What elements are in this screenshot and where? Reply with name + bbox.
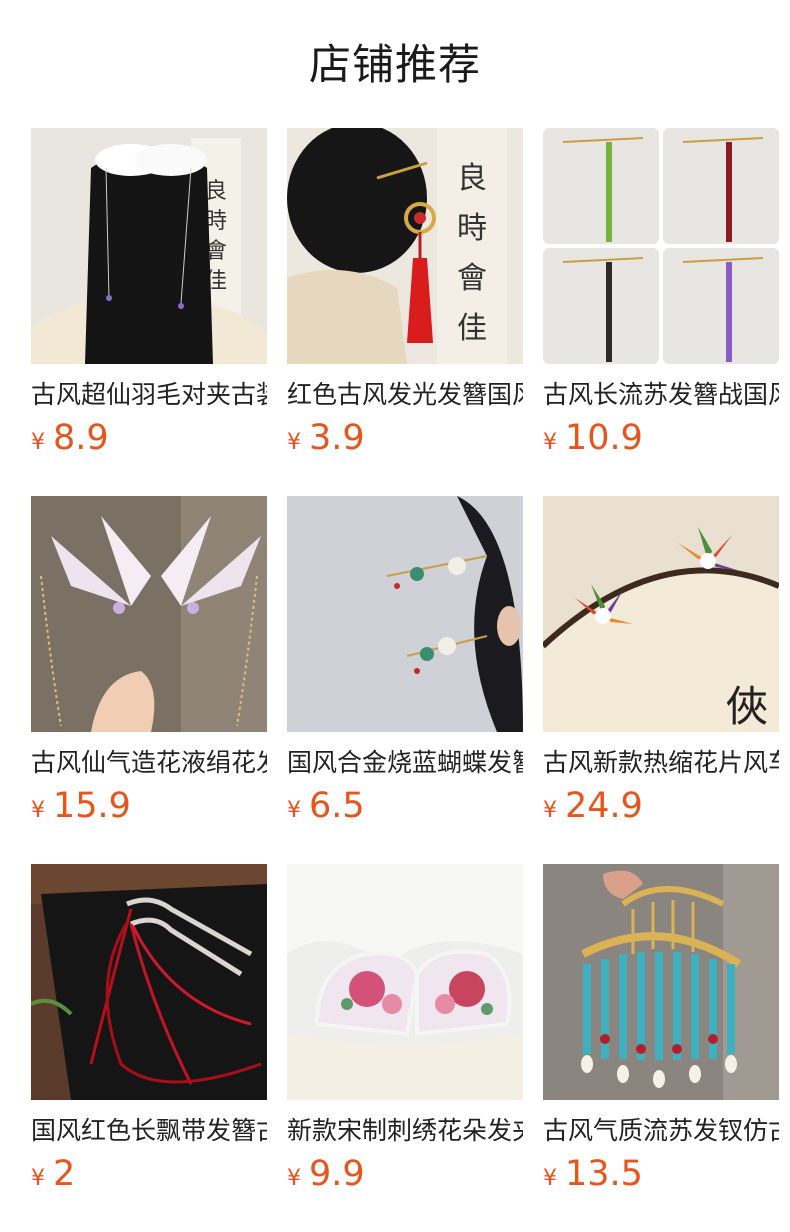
product-name[interactable]: 古风气质流苏发钗仿古 — [543, 1114, 779, 1148]
silk-flower-wings-photo-icon — [31, 496, 267, 732]
embroidered-clips-photo-icon — [287, 864, 523, 1100]
product-card[interactable]: 良 時 會 佳 古风超仙羽毛对夹古装 ¥8.9 — [31, 128, 267, 468]
product-card[interactable]: 俠 古风新款热缩花片风车 ¥24.9 — [543, 496, 779, 836]
product-image[interactable] — [287, 496, 523, 732]
page-title: 店铺推荐 — [308, 40, 481, 89]
product-image[interactable]: 俠 — [543, 496, 779, 732]
product-image[interactable] — [543, 864, 779, 1100]
price-value: 9.9 — [309, 1154, 365, 1194]
currency-symbol: ¥ — [287, 430, 301, 455]
svg-text:會: 會 — [457, 261, 487, 296]
price-value: 24.9 — [565, 786, 643, 826]
product-image[interactable]: 良 時 會 佳 — [31, 128, 267, 364]
price-value: 2 — [53, 1154, 76, 1194]
product-card[interactable]: 新款宋制刺绣花朵发夹 ¥9.9 — [287, 864, 523, 1204]
svg-text:良: 良 — [205, 179, 227, 204]
product-card[interactable]: 良 時 會 佳 红色古风发光发簪国风 ¥3.9 — [287, 128, 523, 468]
price-value: 6.5 — [309, 786, 365, 826]
product-grid: 良 時 會 佳 古风超仙羽毛对夹古装 ¥8.9 良 時 會 佳 红色古风发光发簪… — [31, 128, 779, 1218]
product-image[interactable]: 良 時 會 佳 — [287, 128, 523, 364]
svg-text:俠: 俠 — [726, 682, 768, 731]
price-value: 8.9 — [53, 418, 109, 458]
product-card[interactable]: 国风红色长飘带发簪古 ¥2 — [31, 864, 267, 1204]
product-name[interactable]: 古风超仙羽毛对夹古装 — [31, 378, 267, 412]
product-name[interactable]: 古风新款热缩花片风车 — [543, 746, 779, 780]
price-value: 3.9 — [309, 418, 365, 458]
product-price: ¥10.9 — [543, 416, 779, 460]
product-image[interactable] — [31, 496, 267, 732]
butterfly-hairpin-photo-icon — [287, 496, 523, 732]
product-name[interactable]: 新款宋制刺绣花朵发夹 — [287, 1114, 523, 1148]
product-name[interactable]: 红色古风发光发簪国风 — [287, 378, 523, 412]
product-name[interactable]: 古风仙气造花液绢花发 — [31, 746, 267, 780]
price-value: 10.9 — [565, 418, 643, 458]
product-card[interactable]: 国风合金烧蓝蝴蝶发簪 ¥6.5 — [287, 496, 523, 836]
svg-text:佳: 佳 — [457, 311, 487, 346]
product-image[interactable] — [287, 864, 523, 1100]
product-image[interactable] — [31, 864, 267, 1100]
product-name[interactable]: 古风长流苏发簪战国风 — [543, 378, 779, 412]
price-value: 13.5 — [565, 1154, 643, 1194]
product-price: ¥6.5 — [287, 784, 523, 828]
feather-clip-photo-icon: 良 時 會 佳 — [31, 128, 267, 364]
product-price: ¥3.9 — [287, 416, 523, 460]
product-price: ¥24.9 — [543, 784, 779, 828]
page-header: 店铺推荐 — [0, 0, 790, 128]
currency-symbol: ¥ — [31, 798, 45, 823]
product-image[interactable] — [543, 128, 779, 364]
currency-symbol: ¥ — [543, 430, 557, 455]
price-value: 15.9 — [53, 786, 131, 826]
currency-symbol: ¥ — [31, 430, 45, 455]
currency-symbol: ¥ — [543, 798, 557, 823]
red-tassel-hairpin-photo-icon: 良 時 會 佳 — [287, 128, 523, 364]
product-price: ¥13.5 — [543, 1152, 779, 1196]
red-ribbon-hairpins-photo-icon — [31, 864, 267, 1100]
currency-symbol: ¥ — [287, 798, 301, 823]
currency-symbol: ¥ — [287, 1166, 301, 1191]
product-card[interactable]: 古风仙气造花液绢花发 ¥15.9 — [31, 496, 267, 836]
currency-symbol: ¥ — [31, 1166, 45, 1191]
svg-text:良: 良 — [457, 161, 487, 196]
pinwheel-flowers-photo-icon: 俠 — [543, 496, 779, 732]
product-name[interactable]: 国风红色长飘带发簪古 — [31, 1114, 267, 1148]
currency-symbol: ¥ — [543, 1166, 557, 1191]
product-name[interactable]: 国风合金烧蓝蝴蝶发簪 — [287, 746, 523, 780]
product-price: ¥8.9 — [31, 416, 267, 460]
turquoise-tassel-comb-photo-icon — [543, 864, 779, 1100]
product-price: ¥15.9 — [31, 784, 267, 828]
long-tassel-hairpins-photo-icon — [543, 128, 779, 364]
product-price: ¥2 — [31, 1152, 267, 1196]
product-card[interactable]: 古风气质流苏发钗仿古 ¥13.5 — [543, 864, 779, 1204]
svg-text:時: 時 — [457, 211, 487, 246]
product-card[interactable]: 古风长流苏发簪战国风 ¥10.9 — [543, 128, 779, 468]
product-price: ¥9.9 — [287, 1152, 523, 1196]
